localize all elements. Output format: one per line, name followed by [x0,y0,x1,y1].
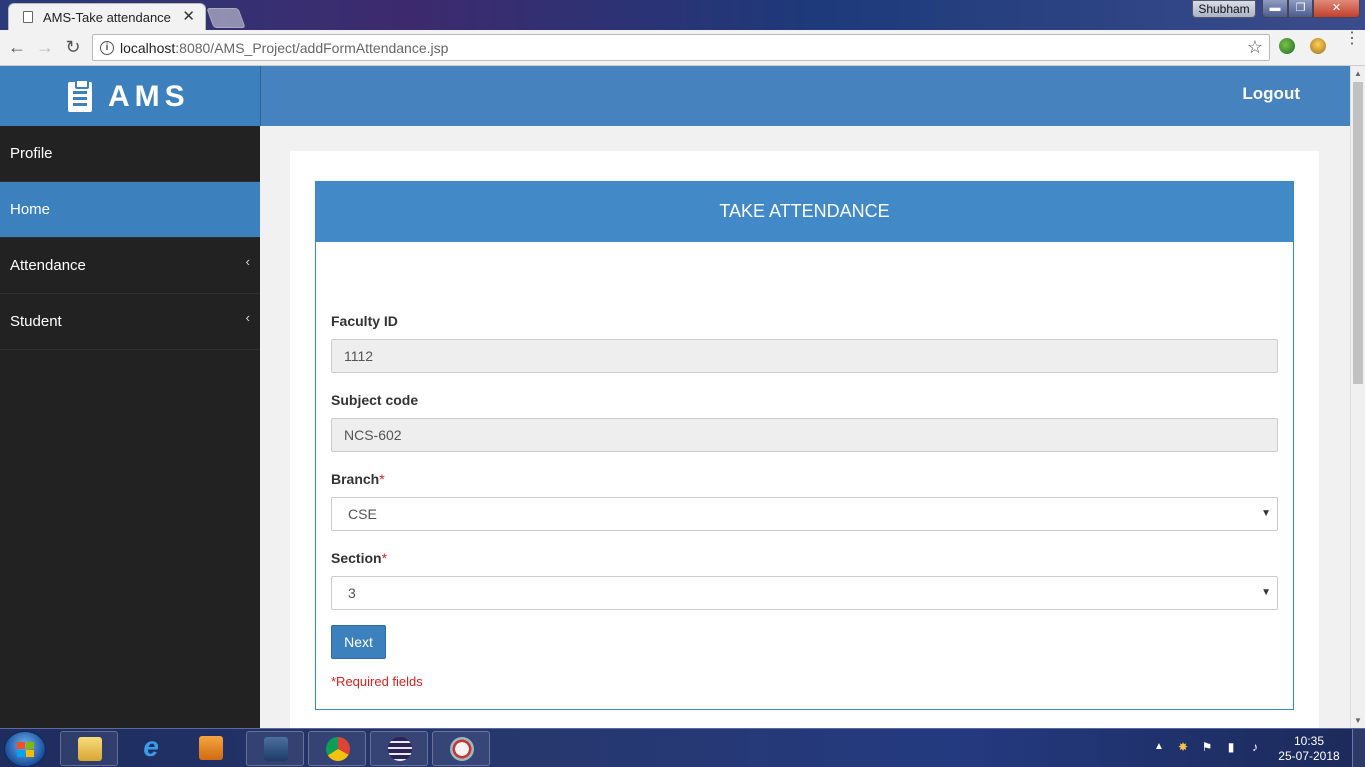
required-asterisk: * [381,550,388,566]
document-icon [23,11,33,23]
internet-explorer-taskbar-button[interactable]: e [122,731,180,766]
snipping-tool-taskbar-button[interactable] [432,731,490,766]
address-bar[interactable]: i localhost:8080/AMS_Project/addFormAtte… [92,34,1270,61]
section-label: Section* [331,550,387,566]
sidebar-item-label: Profile [10,145,53,162]
section-select[interactable]: 3 ▼ [331,576,1278,610]
url-host: localhost [120,40,176,56]
windows-logo-icon [17,742,35,758]
scroll-up-icon[interactable]: ▲ [1354,69,1362,78]
clock-date: 25-07-2018 [1278,749,1340,763]
page-scrollbar[interactable]: ▲ ▼ [1350,66,1365,728]
page-viewport: AMS Logout Profile Home Attendance ‹ Stu… [0,66,1350,728]
sidebar-item-home[interactable]: Home [0,182,260,238]
branch-select[interactable]: CSE ▼ [331,497,1278,531]
windows-taskbar: e ▲ ✸ ⚑ ▮ ♪ 10:35 25-07-2018 [0,728,1365,767]
required-fields-note: *Required fields [331,674,423,689]
mysql-workbench-taskbar-button[interactable] [246,731,304,766]
volume-icon[interactable]: ♪ [1248,740,1262,754]
sidebar-item-label: Attendance [10,257,86,274]
snipping-tool-icon [450,737,474,761]
tab-close-icon[interactable]: ✕ [182,7,195,25]
dropdown-caret-icon: ▼ [1261,587,1271,598]
mysql-workbench-icon [264,737,288,761]
faculty-id-label: Faculty ID [331,313,398,329]
form-title: TAKE ATTENDANCE [316,182,1293,242]
brand-logo[interactable]: AMS [0,66,260,126]
browser-toolbar: ← → ↻ i localhost:8080/AMS_Project/addFo… [0,30,1365,66]
scroll-thumb[interactable] [1353,82,1363,384]
brand-name: AMS [108,80,190,113]
chrome-taskbar-button[interactable] [308,731,366,766]
clipboard-icon [68,79,92,112]
sidebar-item-profile[interactable]: Profile [0,126,260,182]
logout-link[interactable]: Logout [1242,84,1300,104]
maximize-button[interactable]: ❐ [1288,0,1313,18]
start-button[interactable] [4,731,46,767]
url-path: :8080/AMS_Project/addFormAttendance.jsp [175,40,449,56]
branch-selected-value: CSE [348,506,377,522]
media-player-icon [199,736,223,760]
sidebar: Profile Home Attendance ‹ Student ‹ [0,126,260,728]
scroll-down-icon[interactable]: ▼ [1354,716,1362,725]
chevron-left-icon: ‹ [245,310,250,325]
attendance-form-card: TAKE ATTENDANCE Faculty ID 1112 Subject … [315,181,1294,710]
back-arrow-icon[interactable]: ← [6,36,28,58]
branch-label: Branch* [331,471,385,487]
subject-code-label: Subject code [331,392,419,408]
eclipse-icon [388,737,412,761]
sidebar-item-label: Student [10,313,62,330]
dropdown-caret-icon: ▼ [1261,508,1271,519]
sidebar-item-attendance[interactable]: Attendance ‹ [0,238,260,294]
content-panel: TAKE ATTENDANCE Faculty ID 1112 Subject … [290,151,1319,728]
minimize-button[interactable]: ▬ [1262,0,1288,18]
required-asterisk: * [379,471,385,487]
system-clock[interactable]: 10:35 25-07-2018 [1278,734,1340,764]
forward-arrow-icon[interactable]: → [34,36,56,58]
chevron-left-icon: ‹ [245,254,250,269]
tab-title: AMS-Take attendance [43,10,171,25]
reload-icon[interactable]: ↻ [62,36,84,58]
browser-tab[interactable]: AMS-Take attendance ✕ [8,3,206,30]
folder-icon [78,737,102,761]
close-window-button[interactable]: ✕ [1313,0,1360,18]
faculty-id-field[interactable]: 1112 [331,339,1278,373]
next-button[interactable]: Next [331,625,386,659]
internet-explorer-icon: e [143,731,159,762]
file-explorer-taskbar-button[interactable] [60,731,118,766]
eclipse-taskbar-button[interactable] [370,731,428,766]
extension-avatar-icon[interactable] [1310,38,1326,54]
section-label-text: Section [331,550,382,566]
branch-label-text: Branch [331,471,380,487]
browser-menu-icon[interactable]: ⋮ [1344,31,1360,47]
show-hidden-icons-arrow[interactable]: ▲ [1154,741,1164,752]
new-tab-button[interactable] [206,8,246,28]
browser-titlebar: AMS-Take attendance ✕ Shubham ▬ ❐ ✕ [0,0,1365,30]
action-center-flag-icon[interactable]: ⚑ [1200,740,1214,754]
sidebar-item-label: Home [10,201,51,218]
bookmark-star-icon[interactable]: ☆ [1247,37,1263,58]
window-user-badge[interactable]: Shubham [1192,0,1256,18]
top-header: Logout [260,66,1350,126]
url-text: localhost:8080/AMS_Project/addFormAttend… [120,40,448,56]
extension-globe-icon[interactable] [1279,38,1295,54]
notification-tray-icon[interactable]: ✸ [1176,740,1190,754]
chrome-icon [326,737,350,761]
sidebar-item-student[interactable]: Student ‹ [0,294,260,350]
show-desktop-button[interactable] [1352,729,1365,767]
power-icon[interactable]: ▮ [1224,740,1238,754]
section-selected-value: 3 [348,585,356,601]
info-icon[interactable]: i [100,41,114,55]
subject-code-field[interactable]: NCS-602 [331,418,1278,452]
clock-time: 10:35 [1293,734,1325,748]
media-player-taskbar-button[interactable] [182,731,240,766]
